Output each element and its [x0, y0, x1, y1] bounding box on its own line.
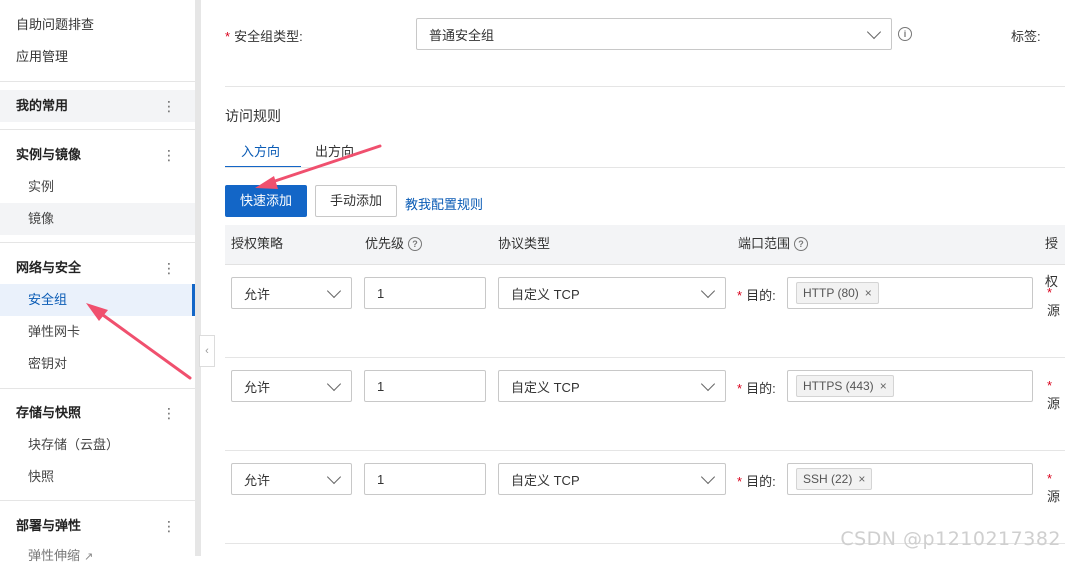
chevron-down-icon — [326, 376, 342, 392]
port-tag: SSH (22) × — [796, 468, 873, 490]
sidebar-group-label: 部署与弹性 — [16, 518, 82, 533]
divider — [225, 86, 1065, 87]
close-icon[interactable]: × — [880, 379, 887, 393]
rules-table-header: 授权策略 优先级? 协议类型 端口范围? 授权 — [225, 225, 1065, 289]
more-vertical-icon[interactable]: ⋮ — [162, 397, 176, 429]
column-header-policy: 授权策略 — [231, 236, 284, 251]
help-icon[interactable]: ? — [408, 236, 423, 251]
sidebar-item-autoscaling[interactable]: 弹性伸缩 ↗ — [0, 540, 195, 572]
sidebar-item-label: 应用管理 — [16, 49, 69, 64]
external-link-icon: ↗ — [84, 551, 94, 563]
sidebar-item-app-management[interactable]: 应用管理 — [0, 41, 195, 73]
sidebar-item-label: 自助问题排查 — [16, 17, 95, 32]
port-tag: HTTP (80) × — [796, 282, 879, 304]
sidebar-group-deployment-elasticity[interactable]: 部署与弹性 ⋮ — [0, 510, 195, 542]
sidebar-group-label: 实例与镜像 — [16, 147, 82, 162]
quick-add-button[interactable]: 快速添加 — [225, 185, 307, 217]
destination-label: * 目的: — [737, 288, 776, 303]
sidebar-item-instances[interactable]: 实例 — [0, 171, 195, 203]
close-icon[interactable]: × — [858, 472, 865, 486]
column-header-priority: 优先级? — [365, 225, 423, 263]
source-label: *源 — [1047, 471, 1061, 504]
more-vertical-icon[interactable]: ⋮ — [162, 510, 176, 542]
column-header-port-range: 端口范围? — [738, 225, 809, 263]
policy-select[interactable]: 允许 — [231, 463, 352, 495]
source-label: *源 — [1047, 378, 1061, 411]
more-vertical-icon[interactable]: ⋮ — [162, 252, 176, 284]
priority-input[interactable]: 1 — [364, 463, 486, 495]
row-divider — [225, 450, 1065, 451]
priority-input[interactable]: 1 — [364, 277, 486, 309]
sidebar-item-security-groups[interactable]: 安全组 — [0, 284, 195, 316]
help-icon[interactable]: ? — [794, 236, 809, 251]
port-range-input[interactable]: SSH (22) × — [787, 463, 1033, 495]
sidebar-group-storage-snapshots[interactable]: 存储与快照 ⋮ — [0, 397, 195, 429]
sidebar: 自助问题排查 应用管理 我的常用 ⋮ 实例与镜像 ⋮ 实例 镜像 网络与安全 ⋮… — [0, 0, 195, 563]
protocol-select[interactable]: 自定义 TCP — [498, 463, 726, 495]
more-vertical-icon[interactable]: ⋮ — [162, 90, 176, 122]
protocol-select[interactable]: 自定义 TCP — [498, 277, 726, 309]
sidebar-item-snapshots[interactable]: 快照 — [0, 461, 195, 493]
tags-label: 标签: — [1011, 29, 1041, 44]
chevron-down-icon — [326, 283, 342, 299]
column-header-protocol: 协议类型 — [498, 236, 551, 251]
divider — [0, 500, 195, 501]
chevron-down-icon — [326, 469, 342, 485]
sidebar-item-eni[interactable]: 弹性网卡 — [0, 316, 195, 348]
main-content: * 安全组类型: 普通安全组 i 标签: 访问规则 入方向 出方向 快速添加 手动… — [201, 0, 1065, 556]
port-range-input[interactable]: HTTP (80) × — [787, 277, 1033, 309]
sidebar-group-label: 我的常用 — [16, 98, 69, 113]
chevron-down-icon — [700, 283, 716, 299]
watermark: CSDN @p1210217382 — [840, 528, 1061, 550]
sidebar-item-images[interactable]: 镜像 — [0, 203, 195, 235]
more-vertical-icon[interactable]: ⋮ — [162, 139, 176, 171]
destination-label: * 目的: — [737, 474, 776, 489]
policy-select[interactable]: 允许 — [231, 277, 352, 309]
info-icon[interactable]: i — [898, 27, 912, 41]
section-title: 访问规则 — [225, 108, 281, 124]
sidebar-item-label: 快照 — [28, 469, 55, 484]
source-label: *源 — [1047, 285, 1061, 318]
tab-outbound[interactable]: 出方向 — [315, 137, 354, 167]
sidebar-item-label: 镜像 — [28, 211, 55, 226]
chevron-down-icon — [866, 24, 882, 40]
divider — [0, 81, 195, 82]
sidebar-group-favorites[interactable]: 我的常用 ⋮ — [0, 90, 195, 122]
tabs-divider — [225, 167, 1065, 168]
sidebar-item-label: 安全组 — [28, 292, 68, 307]
chevron-down-icon — [700, 376, 716, 392]
sg-type-label: * 安全组类型: — [225, 29, 303, 44]
sidebar-group-instances-images[interactable]: 实例与镜像 ⋮ — [0, 139, 195, 171]
row-divider — [225, 357, 1065, 358]
port-tag: HTTPS (443) × — [796, 375, 894, 397]
divider — [0, 129, 195, 130]
divider — [0, 242, 195, 243]
sidebar-item-label: 弹性网卡 — [28, 324, 81, 339]
sidebar-item-label: 密钥对 — [28, 356, 68, 371]
sg-type-value: 普通安全组 — [429, 27, 495, 43]
divider — [0, 388, 195, 389]
sidebar-group-network-security[interactable]: 网络与安全 ⋮ — [0, 252, 195, 284]
sidebar-item-label: 实例 — [28, 179, 55, 194]
sidebar-item-key-pairs[interactable]: 密钥对 — [0, 348, 195, 380]
sg-type-select[interactable]: 普通安全组 — [416, 18, 892, 50]
sidebar-item-troubleshoot[interactable]: 自助问题排查 — [0, 9, 195, 41]
protocol-select[interactable]: 自定义 TCP — [498, 370, 726, 402]
priority-input[interactable]: 1 — [364, 370, 486, 402]
sidebar-item-block-storage[interactable]: 块存储（云盘） — [0, 429, 195, 461]
policy-select[interactable]: 允许 — [231, 370, 352, 402]
destination-label: * 目的: — [737, 381, 776, 396]
sidebar-item-label: 块存储（云盘） — [28, 437, 120, 452]
sidebar-group-label: 存储与快照 — [16, 405, 82, 420]
sidebar-group-label: 网络与安全 — [16, 260, 82, 275]
help-configure-rules-link[interactable]: 教我配置规则 — [405, 194, 483, 213]
port-range-input[interactable]: HTTPS (443) × — [787, 370, 1033, 402]
close-icon[interactable]: × — [865, 286, 872, 300]
manual-add-button[interactable]: 手动添加 — [315, 185, 397, 217]
tab-inbound[interactable]: 入方向 — [241, 137, 280, 167]
chevron-down-icon — [700, 469, 716, 485]
required-marker: * — [225, 29, 231, 44]
